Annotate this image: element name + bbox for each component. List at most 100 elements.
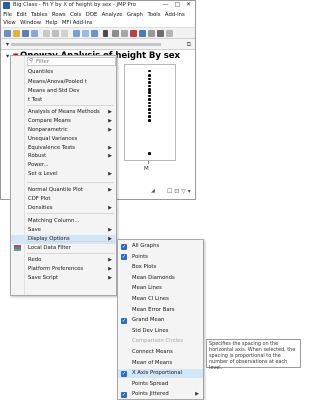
display-option-x-axis-proportional[interactable]: ✓ X Axis Proportional (118, 369, 203, 378)
display-option-connect-means[interactable]: Connect Means (118, 348, 203, 357)
display-option-points-spread[interactable]: Points Spread (118, 380, 203, 389)
menu-file[interactable]: File (1, 11, 14, 19)
display-option-points-jittered[interactable]: ✓ Points Jittered ▶ (118, 390, 203, 399)
menu-item-t-test[interactable]: t Test (11, 96, 116, 105)
close-button[interactable]: ✕ (183, 1, 194, 9)
menu-item-densities[interactable]: Densities ▶ (11, 204, 116, 213)
open-icon[interactable] (13, 30, 20, 37)
display-option-points[interactable]: ✓ Points (118, 253, 203, 262)
brush-tool-icon[interactable] (121, 30, 128, 37)
menu-item-platform-preferences[interactable]: Platform Preferences ▶ (11, 265, 116, 274)
menu-bar: File Edit Tables Rows Cols DOE Analyze Graph Too… (1, 11, 195, 19)
menu-item-save[interactable]: Save ▶ (11, 226, 116, 235)
display-option-all-graphs[interactable]: ✓ All Graphs (118, 242, 203, 251)
display-option-mean-lines[interactable]: Mean Lines (118, 284, 203, 293)
menu-view[interactable]: View (1, 19, 18, 27)
menu-item-normal-quantile-plot[interactable]: Normal Quantile Plot ▶ (11, 186, 116, 195)
annotate-tool-icon[interactable] (157, 30, 164, 37)
display-option-mean-diamonds[interactable]: Mean Diamonds (118, 274, 203, 283)
menu-edit[interactable]: Edit (14, 11, 29, 19)
menu-item-means-and-std-dev[interactable]: Means and Std Dev (11, 87, 116, 96)
menu-window[interactable]: Window (18, 19, 43, 27)
menu-item-compare-means[interactable]: Compare Means ▶ (11, 117, 116, 126)
menu-item-unequal-variances[interactable]: Unequal Variances (11, 135, 116, 144)
display-option-mean-of-means[interactable]: Mean of Means (118, 359, 203, 368)
menu-graph[interactable]: Graph (125, 11, 146, 19)
menu-analyze[interactable]: Analyze (99, 11, 124, 19)
data-point[interactable] (148, 152, 151, 155)
data-point[interactable] (148, 69, 151, 73)
menu-tables[interactable]: Tables (29, 11, 50, 19)
menu-item-redo[interactable]: Redo ▶ (11, 256, 116, 265)
menu-item-power[interactable]: Power... (11, 161, 116, 170)
menu-item-means-anova-pooled-t[interactable]: Means/Anova/Pooled t (11, 78, 116, 87)
save-icon[interactable] (22, 30, 29, 37)
menu-mfi-add-ins[interactable]: MFI Add-Ins (60, 19, 95, 27)
display-option-label: X Axis Proportional (132, 370, 183, 377)
report-disclosure-icon[interactable]: ▾ (6, 41, 9, 48)
data-point[interactable] (148, 84, 151, 88)
frame-disclosure-icon[interactable]: ◢ (151, 188, 155, 194)
print-icon[interactable] (31, 30, 38, 37)
menu-filter-input[interactable] (28, 58, 108, 65)
report-options-icon[interactable]: ⧉ (187, 41, 191, 49)
menu-item-matching-column[interactable]: Matching Column... (11, 217, 116, 226)
lasso-tool-icon[interactable] (130, 30, 137, 37)
menu-rows[interactable]: Rows (50, 11, 68, 19)
line-tool-icon[interactable] (166, 30, 173, 37)
copy-icon[interactable] (52, 30, 59, 37)
display-option-std-dev-lines[interactable]: Std Dev Lines (118, 327, 203, 336)
menu-item-display-options[interactable]: Display Options ▶ (11, 235, 116, 244)
menu-doe[interactable]: DOE (83, 11, 99, 19)
new-table-icon[interactable] (4, 30, 11, 37)
menu-item-label: Means/Anova/Pooled t (28, 78, 87, 85)
report-footer-icons[interactable]: ☐ ⊡ ▽ ▾ (167, 188, 191, 195)
display-option-mean-error-bars[interactable]: Mean Error Bars (118, 306, 203, 315)
menu-item-equivalence-tests[interactable]: Equivalence Tests ▶ (11, 144, 116, 153)
cut-icon[interactable] (43, 30, 50, 37)
data-point[interactable] (148, 98, 151, 101)
data-table-icon[interactable] (73, 30, 80, 37)
display-option-mean-ci-lines[interactable]: Mean CI Lines (118, 295, 203, 304)
data-point[interactable] (148, 77, 151, 81)
data-point[interactable] (148, 91, 151, 94)
journal-icon[interactable] (82, 30, 89, 37)
menu-item-save-script[interactable]: Save Script ▶ (11, 274, 116, 283)
display-option-box-plots[interactable]: Box Plots (118, 263, 203, 272)
menu-item-nonparametric[interactable]: Nonparametric ▶ (11, 126, 116, 135)
menu-filter-box[interactable]: ⚲ (27, 57, 116, 66)
menu-item-analysis-of-means-methods[interactable]: Analysis of Means Methods ▶ (11, 108, 116, 117)
menu-cols[interactable]: Cols (68, 11, 84, 19)
menu-item-local-data-filter[interactable]: Local Data Filter (11, 244, 116, 253)
maximize-button[interactable]: □ (172, 1, 183, 9)
data-point[interactable] (148, 94, 151, 98)
report-strip: ▾ ⧉ (1, 39, 195, 50)
layout-icon[interactable] (91, 30, 98, 37)
data-point[interactable] (148, 115, 151, 118)
text-tool-icon[interactable] (148, 30, 155, 37)
menu-item-robust[interactable]: Robust ▶ (11, 152, 116, 161)
paste-icon[interactable] (61, 30, 68, 37)
display-option-grand-mean[interactable]: ✓ Grand Mean (118, 316, 203, 325)
menu-tools[interactable]: Tools (145, 11, 162, 19)
data-point[interactable] (148, 119, 151, 122)
data-point[interactable] (148, 111, 151, 115)
menu-item-label: Normal Quantile Plot (28, 187, 83, 193)
zoom-tool-icon[interactable] (139, 30, 146, 37)
menu-item-cdf-plot[interactable]: CDF Plot (11, 195, 116, 204)
data-point[interactable] (148, 81, 151, 84)
menu-help[interactable]: Help (43, 19, 59, 27)
menu-item-set-level[interactable]: Set α Level ▶ (11, 170, 116, 179)
minimize-button[interactable]: — (160, 1, 171, 9)
data-point[interactable] (148, 74, 151, 77)
disclosure-icon[interactable]: ▾ (6, 52, 9, 60)
menu-separator (27, 240, 114, 242)
grabber-tool-icon[interactable] (112, 30, 119, 37)
data-point[interactable] (148, 104, 151, 108)
menu-item-label: Means and Std Dev (28, 87, 80, 94)
menu-add-ins[interactable]: Add-Ins (163, 11, 187, 19)
data-point[interactable] (148, 108, 151, 111)
menu-item-quantiles[interactable]: Quantiles (11, 68, 116, 77)
arrow-tool-icon[interactable] (103, 30, 108, 37)
oneway-plot[interactable] (124, 64, 176, 161)
